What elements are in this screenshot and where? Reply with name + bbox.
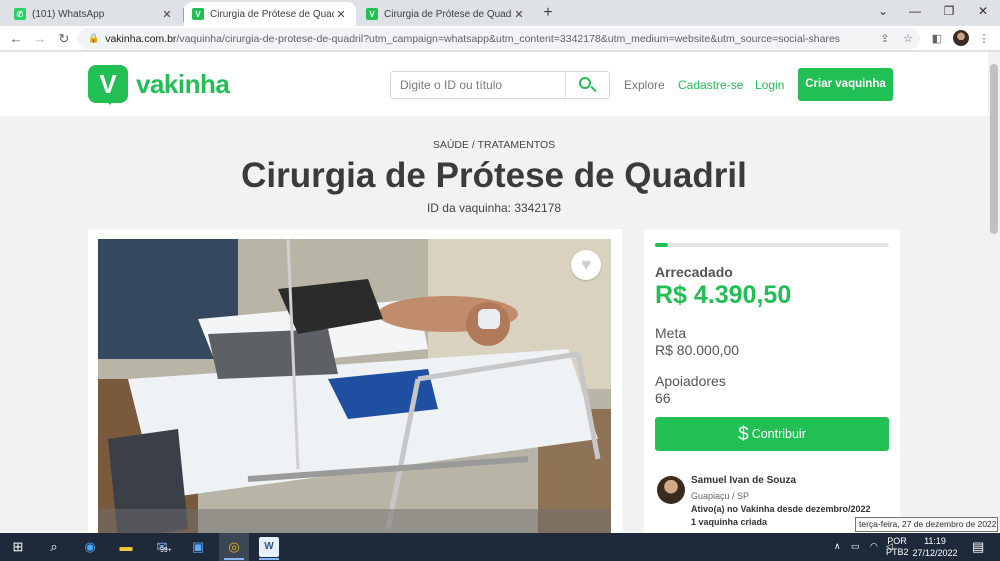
campaign-photo bbox=[98, 239, 611, 533]
goal-label: Meta bbox=[655, 325, 687, 341]
campaign-photo-card bbox=[88, 229, 622, 533]
word-running-indicator bbox=[259, 558, 279, 560]
back-icon[interactable]: ← bbox=[6, 29, 26, 49]
whatsapp-icon: ✆ bbox=[14, 8, 26, 20]
notification-icon[interactable]: ▤ bbox=[972, 539, 984, 555]
web-page: V vakinha Digite o ID ou título Explore … bbox=[0, 52, 988, 533]
campaign-stats-card: Arrecadado R$ 4.390,50 Meta R$ 80.000,00… bbox=[644, 229, 900, 533]
windows-start-icon[interactable]: ⊞ bbox=[8, 537, 28, 557]
owner-since: Ativo(a) no Vakinha desde dezembro/2022 bbox=[691, 504, 871, 514]
logo-text: vakinha bbox=[136, 68, 230, 99]
close-icon[interactable]: ✕ bbox=[160, 8, 174, 21]
goal-value: R$ 80.000,00 bbox=[655, 342, 740, 358]
battery-icon[interactable]: ▭ bbox=[851, 541, 860, 552]
tab-title: Cirurgia de Prótese de Quadril | V bbox=[384, 8, 512, 20]
create-vaquinha-button[interactable]: Criar vaquinha bbox=[798, 68, 893, 101]
tab-vakinha-active[interactable]: V Cirurgia de Prótese de Quadril | V ✕ bbox=[184, 2, 356, 26]
owner-location: Guapiaçu / SP bbox=[691, 491, 750, 501]
windows-taskbar: ⊞ ⌕ ◉ ▬ ✉ 99+ ▣ ◎ W ∧ ▭ ◠ ◁ POR PTB2 ▤ bbox=[0, 533, 1000, 561]
search-input[interactable]: Digite o ID ou título bbox=[391, 78, 565, 92]
forward-icon[interactable]: → bbox=[30, 29, 50, 49]
favorite-heart-icon[interactable]: ♥ bbox=[571, 250, 601, 280]
dollar-icon: $ bbox=[738, 424, 749, 445]
share-icon[interactable]: ⇪ bbox=[877, 31, 893, 47]
lock-icon: 🔒 bbox=[88, 33, 100, 43]
search-box[interactable]: Digite o ID ou título bbox=[390, 71, 610, 99]
wifi-icon[interactable]: ◠ bbox=[870, 541, 878, 552]
contribute-button[interactable]: $ Contribuir bbox=[655, 417, 889, 451]
supporters-value: 66 bbox=[655, 390, 671, 406]
address-bar[interactable]: 🔒 vakinha.com.br /vaquinha/cirurgia-de-p… bbox=[78, 28, 920, 49]
minimize-icon[interactable]: — bbox=[898, 0, 932, 24]
browser-toolbar: ← → ↻ 🔒 vakinha.com.br /vaquinha/cirurgi… bbox=[0, 26, 1000, 51]
tab-whatsapp[interactable]: ✆ (101) WhatsApp ✕ bbox=[6, 2, 182, 26]
chrome-active-indicator bbox=[224, 558, 244, 560]
word-icon[interactable]: W bbox=[259, 537, 279, 557]
page-title: Cirurgia de Prótese de Quadril bbox=[241, 156, 747, 195]
progress-bar bbox=[655, 243, 889, 247]
reload-icon[interactable]: ↻ bbox=[54, 29, 74, 49]
profile-avatar[interactable] bbox=[953, 30, 969, 46]
nav-signup[interactable]: Cadastre-se bbox=[678, 78, 743, 92]
bookmark-star-icon[interactable]: ☆ bbox=[900, 31, 916, 47]
vakinha-logo[interactable]: V vakinha bbox=[88, 65, 230, 105]
edge-icon[interactable]: ◉ bbox=[80, 537, 100, 557]
nav-login[interactable]: Login bbox=[755, 78, 784, 92]
owner-avatar[interactable] bbox=[657, 476, 685, 504]
vakinha-favicon-icon: V bbox=[192, 8, 204, 20]
scrollbar-thumb[interactable] bbox=[990, 64, 998, 234]
store-icon[interactable]: ▣ bbox=[188, 537, 208, 557]
menu-kebab-icon[interactable]: ⋮ bbox=[976, 31, 992, 47]
chrome-icon[interactable]: ◎ bbox=[224, 537, 244, 557]
contribute-label: Contribuir bbox=[751, 427, 806, 441]
mail-badge: 99+ bbox=[160, 547, 172, 554]
site-header: V vakinha Digite o ID ou título Explore … bbox=[0, 52, 988, 116]
tab-title: Cirurgia de Prótese de Quadril | V bbox=[210, 8, 334, 20]
clock-date: 27/12/2022 bbox=[912, 548, 958, 558]
tab-vakinha[interactable]: V Cirurgia de Prótese de Quadril | V ✕ bbox=[358, 2, 534, 26]
progress-fill bbox=[655, 243, 668, 247]
raised-value: R$ 4.390,50 bbox=[655, 281, 792, 309]
restore-icon[interactable]: ❐ bbox=[932, 0, 966, 24]
owner-campaign-count: 1 vaquinha criada bbox=[691, 517, 768, 527]
nav-explore[interactable]: Explore bbox=[624, 78, 665, 92]
lang-bottom: PTB2 bbox=[886, 547, 909, 557]
vakinha-favicon-icon: V bbox=[366, 8, 378, 20]
lang-top: POR bbox=[887, 536, 907, 546]
campaign-id: ID da vaquinha: 3342178 bbox=[426, 201, 562, 215]
close-icon[interactable]: ✕ bbox=[334, 8, 348, 21]
raised-label: Arrecadado bbox=[655, 264, 733, 280]
window-close-icon[interactable]: ✕ bbox=[966, 0, 1000, 24]
tab-search-chevron-icon[interactable]: ⌄ bbox=[866, 0, 900, 24]
vakinha-logo-icon: V bbox=[88, 65, 128, 105]
taskbar-clock[interactable]: 11:19 27/12/2022 bbox=[908, 535, 962, 559]
tray-chevron-icon[interactable]: ∧ bbox=[834, 541, 841, 552]
hospital-bed-illustration bbox=[98, 239, 611, 533]
url-path: /vaquinha/cirurgia-de-protese-de-quadril… bbox=[176, 32, 841, 45]
url-domain: vakinha.com.br bbox=[105, 32, 177, 45]
file-explorer-icon[interactable]: ▬ bbox=[116, 537, 136, 557]
close-icon[interactable]: ✕ bbox=[512, 8, 526, 21]
side-panel-icon[interactable]: ◧ bbox=[929, 31, 945, 47]
new-tab-icon[interactable]: + bbox=[540, 4, 556, 22]
tab-title: (101) WhatsApp bbox=[32, 8, 105, 20]
date-tooltip: terça-feira, 27 de dezembro de 2022 bbox=[855, 517, 998, 532]
supporters-label: Apoiadores bbox=[655, 373, 726, 389]
page-scrollbar[interactable] bbox=[988, 52, 1000, 533]
language-indicator[interactable]: POR PTB2 bbox=[886, 536, 909, 558]
search-icon[interactable] bbox=[565, 72, 609, 98]
clock-time: 11:19 bbox=[924, 536, 946, 546]
campaign-category[interactable]: SAÚDE / TRATAMENTOS bbox=[0, 139, 988, 151]
owner-name[interactable]: Samuel Ivan de Souza bbox=[691, 475, 796, 486]
tab-strip: ✆ (101) WhatsApp ✕ V Cirurgia de Prótese… bbox=[0, 0, 1000, 26]
search-icon[interactable]: ⌕ bbox=[44, 537, 64, 557]
